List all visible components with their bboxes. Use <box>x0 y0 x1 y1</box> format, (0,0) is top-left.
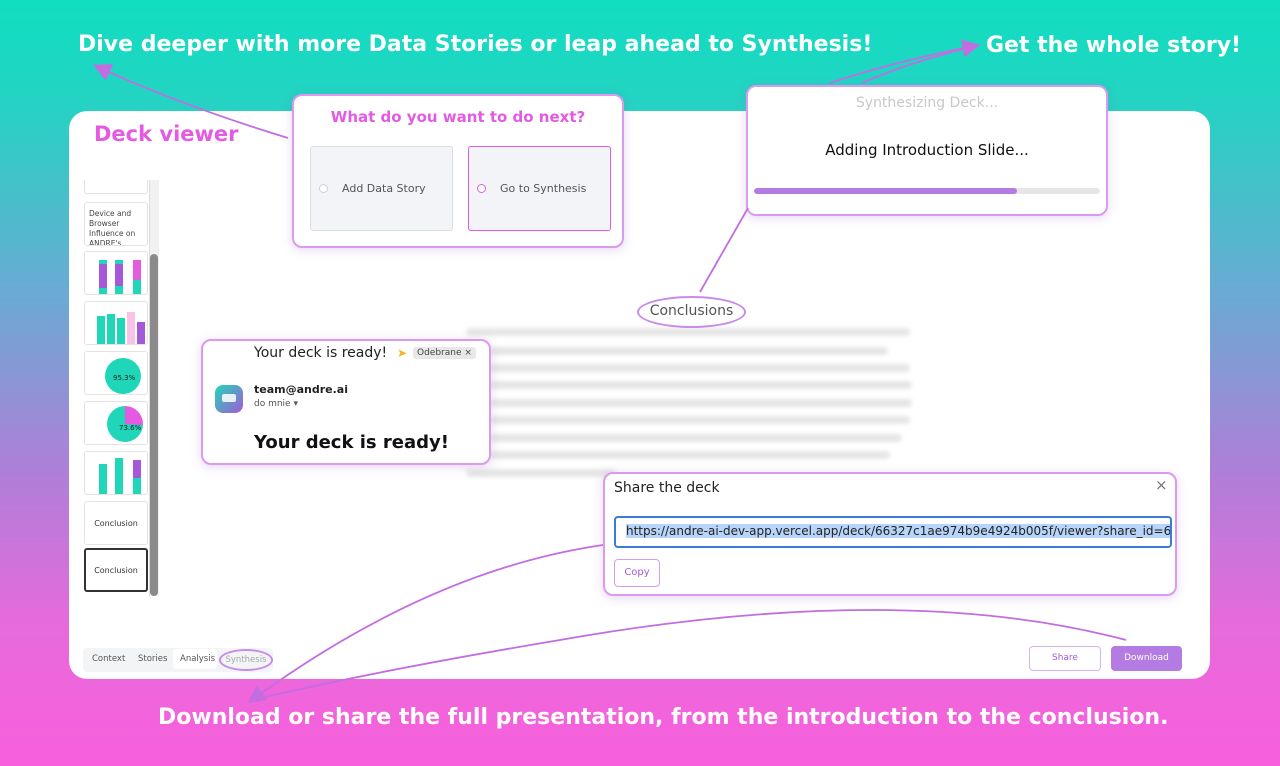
arrow-conclusions-to-synthesis <box>699 207 749 293</box>
arrow-download-to-bottom <box>251 609 1127 701</box>
arrow-share-to-bottom <box>247 544 604 704</box>
arrow-to-synthesis-headline <box>93 64 289 139</box>
arrow-to-story-headline-2 <box>861 45 976 84</box>
annotation-arrows <box>93 39 1127 704</box>
